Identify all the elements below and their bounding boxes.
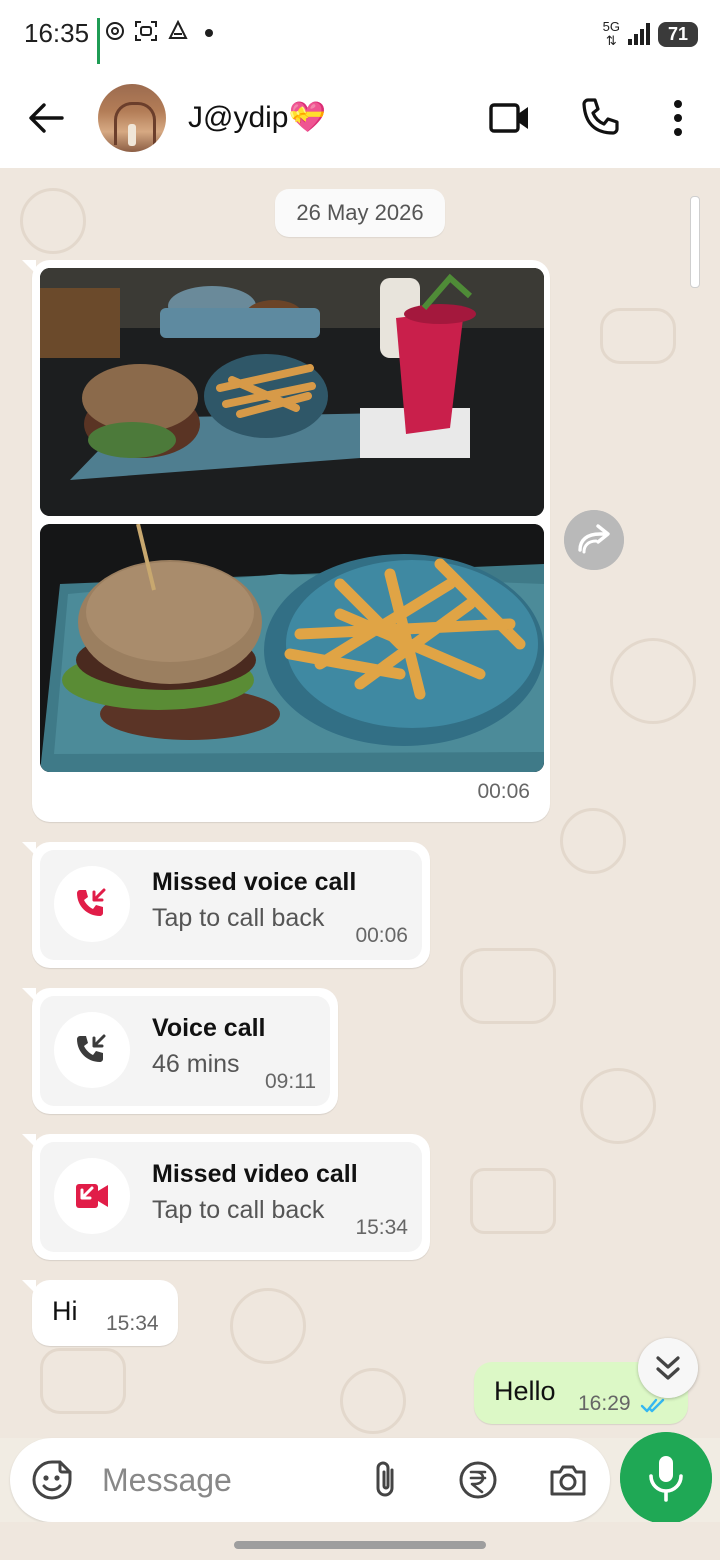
network-icon [168, 20, 188, 39]
message-text: Hi [52, 1296, 78, 1326]
message-time: 16:29 [578, 1392, 631, 1415]
food-photo-1[interactable] [40, 268, 544, 516]
heart-emoji: 💝 [288, 101, 326, 134]
message-time: 15:34 [355, 1216, 408, 1239]
missed-voice-call-message[interactable]: Missed voice call Tap to call back 00:06 [22, 842, 430, 968]
status-time: 16:35 [24, 18, 90, 48]
call-title: Missed voice call [152, 868, 357, 896]
message-time: 15:34 [106, 1312, 159, 1335]
incoming-message[interactable]: Hi 15:34 [22, 1280, 178, 1346]
dot-icon [205, 29, 213, 37]
back-arrow-icon[interactable] [24, 96, 68, 140]
call-title: Missed video call [152, 1160, 358, 1188]
home-gesture-pill[interactable] [234, 1541, 486, 1549]
call-subtitle: 46 mins [152, 1050, 240, 1078]
message-input[interactable] [98, 1456, 352, 1504]
text-caret [97, 18, 100, 64]
missed-video-call-message[interactable]: Missed video call Tap to call back 15:34 [22, 1134, 430, 1260]
background-doodle [600, 308, 676, 364]
call-icon-circle [54, 1158, 130, 1234]
message-time: 00:06 [355, 924, 408, 947]
call-card[interactable]: Voice call 46 mins 09:11 [40, 996, 330, 1106]
contact-name[interactable]: J@ydip💝 [188, 100, 326, 135]
call-card[interactable]: Missed video call Tap to call back 15:34 [40, 1142, 422, 1252]
video-call-icon[interactable] [486, 94, 534, 142]
scan-icon [135, 21, 157, 41]
call-card[interactable]: Missed voice call Tap to call back 00:06 [40, 850, 422, 960]
forward-icon[interactable] [564, 510, 624, 570]
sticker-icon[interactable] [30, 1458, 74, 1502]
battery-icon: 71 [657, 21, 698, 47]
incoming-voice-call-icon [77, 1034, 106, 1062]
background-doodle [40, 1348, 126, 1414]
background-doodle [560, 808, 626, 874]
signal-icon [627, 23, 650, 45]
background-doodle [470, 1168, 556, 1234]
call-icon-circle [54, 866, 130, 942]
scrollbar[interactable] [690, 196, 700, 288]
attach-icon[interactable] [364, 1458, 408, 1502]
message-time: 09:11 [265, 1070, 316, 1093]
call-subtitle: Tap to call back [152, 904, 325, 932]
call-title: Voice call [152, 1014, 266, 1042]
missed-video-call-icon [76, 1184, 108, 1208]
background-doodle [340, 1368, 406, 1434]
date-chip: 26 May 2026 [275, 189, 445, 237]
food-photo-2[interactable] [40, 524, 544, 772]
missed-voice-call-icon [77, 888, 106, 916]
chat-header: J@ydip💝 [0, 68, 720, 168]
background-doodle [230, 1288, 306, 1364]
nfc-icon [106, 22, 124, 40]
photo-message[interactable]: 00:06 [22, 260, 550, 822]
background-doodle [610, 638, 696, 724]
mic-icon[interactable] [620, 1432, 712, 1524]
voice-call-icon[interactable] [576, 94, 624, 142]
scroll-to-bottom-icon[interactable] [638, 1338, 698, 1398]
network-label: 5G ⇅ [602, 19, 620, 48]
call-subtitle: Tap to call back [152, 1196, 325, 1224]
message-composer [10, 1438, 610, 1522]
call-icon-circle [54, 1012, 130, 1088]
avatar[interactable] [98, 84, 166, 152]
rupee-payment-icon[interactable] [456, 1458, 500, 1502]
voice-call-message[interactable]: Voice call 46 mins 09:11 [22, 988, 338, 1114]
background-doodle [460, 948, 556, 1024]
chat-area[interactable]: 26 May 2026 00:06 Missed voice call Tap … [0, 168, 720, 1438]
more-options-icon[interactable] [654, 94, 702, 142]
read-ticks-icon [640, 1398, 665, 1413]
camera-icon[interactable] [546, 1458, 590, 1502]
background-doodle [580, 1068, 656, 1144]
status-bar: 16:35 5G ⇅ 71 [0, 0, 720, 68]
message-text: Hello [494, 1376, 556, 1406]
background-doodle [20, 188, 86, 254]
message-time: 00:06 [477, 780, 530, 803]
